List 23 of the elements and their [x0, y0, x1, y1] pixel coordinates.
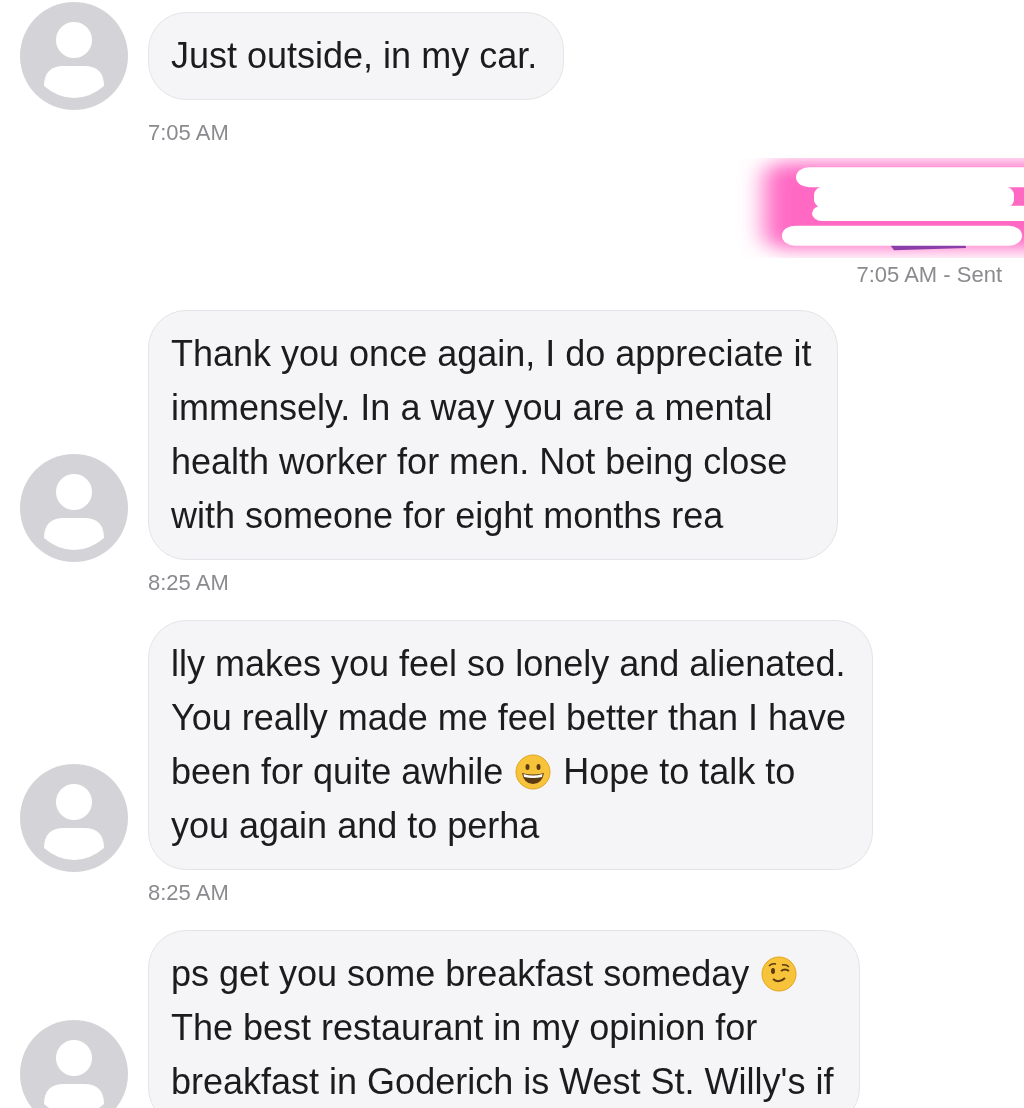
- avatar-icon: [20, 764, 128, 872]
- message-text: with someone for eight months rea: [171, 494, 724, 538]
- message-text: ps get you some breakfast someday: [171, 952, 750, 996]
- message-text: health worker for men. Not being close: [171, 440, 788, 484]
- message-time: 7:05 AM - Sent: [856, 262, 1003, 288]
- message-text: breakfast in Goderich is West St. Willy's if: [171, 1060, 834, 1104]
- message-text: Thank you once again, I do appreciate it: [171, 332, 812, 376]
- message-time: 8:25 AM: [148, 880, 229, 906]
- grinning-emoji-icon: [515, 754, 552, 790]
- message-text: you again and to perha: [171, 804, 540, 848]
- message-text: Just outside, in my car.: [171, 34, 538, 78]
- message-time: 7:05 AM: [148, 120, 229, 146]
- avatar-icon: [20, 2, 128, 110]
- message-text: Hope to talk to: [563, 750, 796, 794]
- message-text: immensely. In a way you are a mental: [171, 386, 773, 430]
- message-time: 8:25 AM: [148, 570, 229, 596]
- avatar-icon: [20, 454, 128, 562]
- message-text: lly makes you feel so lonely and alienated.: [171, 642, 846, 686]
- winking-emoji-icon: [761, 956, 798, 992]
- avatar-icon: [20, 1020, 128, 1108]
- message-text: The best restaurant in my opinion for: [171, 1006, 758, 1050]
- message-text: You really made me feel better than I have: [171, 696, 847, 740]
- message-text: been for quite awhile: [171, 750, 504, 794]
